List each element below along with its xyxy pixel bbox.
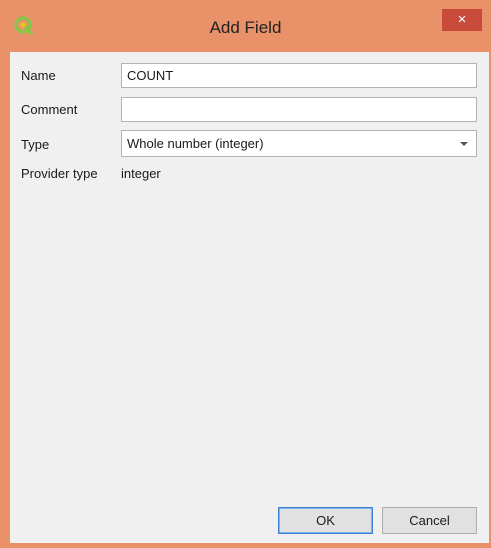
dialog-title: Add Field xyxy=(209,18,282,37)
dialog-body: Name Comment Type Whole number (integer)… xyxy=(10,52,489,543)
name-field[interactable] xyxy=(121,63,477,88)
name-label: Name xyxy=(21,68,56,83)
comment-label: Comment xyxy=(21,102,78,117)
comment-field[interactable] xyxy=(121,97,477,122)
type-select[interactable]: Whole number (integer) xyxy=(121,130,477,157)
title-bar[interactable]: Add Field × xyxy=(0,0,491,52)
provider-type-value: integer xyxy=(121,166,161,181)
provider-type-label: Provider type xyxy=(21,166,98,181)
chevron-down-icon[interactable] xyxy=(460,142,468,146)
close-button[interactable]: × xyxy=(442,9,482,31)
ok-button[interactable]: OK xyxy=(278,507,373,534)
type-label: Type xyxy=(21,137,50,152)
cancel-button[interactable]: Cancel xyxy=(382,507,477,534)
add-field-dialog: Add Field × Name Comment Type Whole numb… xyxy=(0,0,491,548)
type-select-value: Whole number (integer) xyxy=(127,136,264,151)
